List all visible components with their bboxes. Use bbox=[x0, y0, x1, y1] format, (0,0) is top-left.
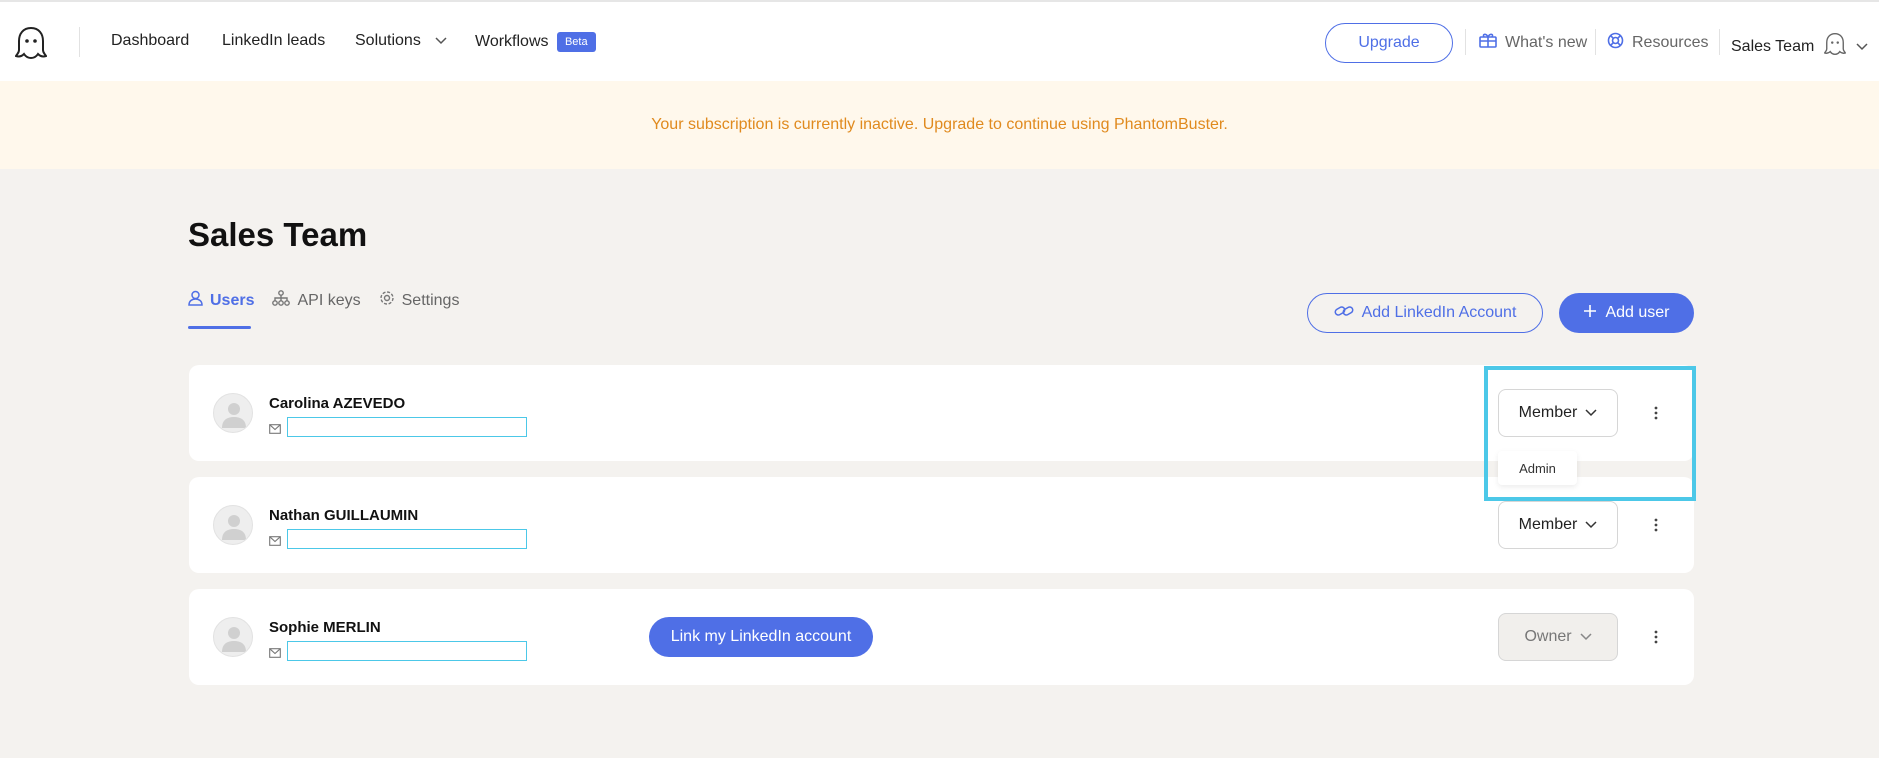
role-select: Owner bbox=[1498, 613, 1618, 661]
mail-icon bbox=[269, 533, 281, 546]
chevron-down-icon bbox=[1585, 404, 1597, 422]
tab-settings-label: Settings bbox=[401, 291, 460, 309]
user-name: Carolina AZEVEDO bbox=[269, 395, 406, 412]
user-card: Sophie MERLIN Link my LinkedIn account O… bbox=[189, 589, 1694, 685]
plus-icon bbox=[1583, 304, 1597, 323]
role-option-admin[interactable]: Admin bbox=[1498, 451, 1577, 485]
nav-workflows-label: Workflows bbox=[475, 33, 549, 50]
add-linkedin-account-label: Add LinkedIn Account bbox=[1361, 304, 1517, 321]
email-redacted bbox=[287, 417, 527, 437]
mail-icon bbox=[269, 421, 281, 434]
lifebuoy-icon bbox=[1607, 32, 1624, 54]
role-select[interactable]: Member bbox=[1498, 389, 1618, 437]
mail-icon bbox=[269, 645, 281, 658]
nav-linkedin-leads-label: LinkedIn leads bbox=[222, 32, 326, 49]
more-options-icon[interactable] bbox=[1646, 512, 1666, 538]
user-name: Nathan GUILLAUMIN bbox=[269, 507, 419, 524]
gift-icon bbox=[1479, 32, 1497, 53]
team-menu[interactable]: Sales Team bbox=[1731, 32, 1868, 61]
email-redacted bbox=[287, 641, 527, 661]
more-options-icon[interactable] bbox=[1646, 400, 1666, 426]
chevron-down-icon bbox=[435, 32, 447, 50]
user-card: Carolina AZEVEDO Member bbox=[189, 365, 1694, 461]
nav-solutions-label: Solutions bbox=[355, 32, 421, 49]
add-linkedin-account-button[interactable]: Add LinkedIn Account bbox=[1307, 293, 1543, 333]
role-option-label: Admin bbox=[1519, 460, 1556, 476]
nav-dashboard-label: Dashboard bbox=[111, 32, 190, 49]
nav-separator bbox=[1465, 29, 1466, 55]
tab-api-keys[interactable]: API keys bbox=[272, 290, 361, 329]
tab-api-keys-label: API keys bbox=[297, 291, 361, 309]
add-user-button[interactable]: Add user bbox=[1559, 293, 1694, 333]
more-options-icon[interactable] bbox=[1646, 624, 1666, 650]
avatar bbox=[213, 617, 253, 657]
whats-new-link[interactable]: What's new bbox=[1479, 32, 1587, 53]
user-card: Nathan GUILLAUMIN Member bbox=[189, 477, 1694, 573]
nav-linkedin-leads-link[interactable]: LinkedIn leads bbox=[222, 32, 325, 50]
nav-dashboard-link[interactable]: Dashboard bbox=[111, 32, 189, 50]
chevron-down-icon bbox=[1580, 628, 1592, 646]
tab-settings[interactable]: Settings bbox=[379, 290, 460, 329]
resources-link[interactable]: Resources bbox=[1607, 32, 1708, 54]
subscription-banner: Your subscription is currently inactive.… bbox=[0, 81, 1879, 169]
role-select-value: Member bbox=[1518, 404, 1578, 421]
api-keys-icon bbox=[272, 290, 291, 311]
link-linkedin-account-button[interactable]: Link my LinkedIn account bbox=[649, 617, 873, 657]
gear-icon bbox=[379, 290, 395, 311]
avatar bbox=[213, 393, 253, 433]
phantombuster-logo[interactable] bbox=[14, 26, 48, 60]
tab-users-label: Users bbox=[210, 291, 255, 309]
nav-workflows-link[interactable]: Workflows Beta bbox=[475, 32, 596, 52]
chevron-down-icon bbox=[1585, 516, 1597, 534]
team-tabs: Users API keys Settings bbox=[188, 290, 459, 329]
role-select-value: Member bbox=[1518, 516, 1578, 533]
ghost-logo-icon bbox=[14, 26, 48, 60]
nav-solutions-dropdown[interactable]: Solutions bbox=[355, 32, 447, 50]
user-icon bbox=[188, 290, 203, 311]
tab-users[interactable]: Users bbox=[188, 290, 254, 329]
nav-separator bbox=[1595, 29, 1596, 55]
subscription-message: Your subscription is currently inactive.… bbox=[651, 116, 1228, 133]
resources-label: Resources bbox=[1632, 34, 1709, 51]
team-menu-label: Sales Team bbox=[1731, 37, 1815, 55]
email-redacted bbox=[287, 529, 527, 549]
nav-divider bbox=[79, 27, 80, 57]
add-user-label: Add user bbox=[1605, 304, 1670, 321]
nav-separator bbox=[1719, 29, 1720, 55]
page-title: Sales Team bbox=[188, 216, 368, 253]
whats-new-label: What's new bbox=[1505, 33, 1588, 51]
user-name: Sophie MERLIN bbox=[269, 619, 381, 636]
role-select-value: Owner bbox=[1524, 628, 1572, 645]
beta-badge: Beta bbox=[556, 32, 596, 52]
role-select[interactable]: Member bbox=[1498, 501, 1618, 549]
team-avatar-icon bbox=[1824, 32, 1847, 61]
top-navigation: Dashboard LinkedIn leads Solutions Workf… bbox=[0, 0, 1879, 81]
upgrade-button[interactable]: Upgrade bbox=[1325, 23, 1453, 63]
avatar bbox=[213, 505, 253, 545]
chevron-down-icon bbox=[1856, 38, 1868, 56]
link-icon bbox=[1334, 304, 1354, 323]
